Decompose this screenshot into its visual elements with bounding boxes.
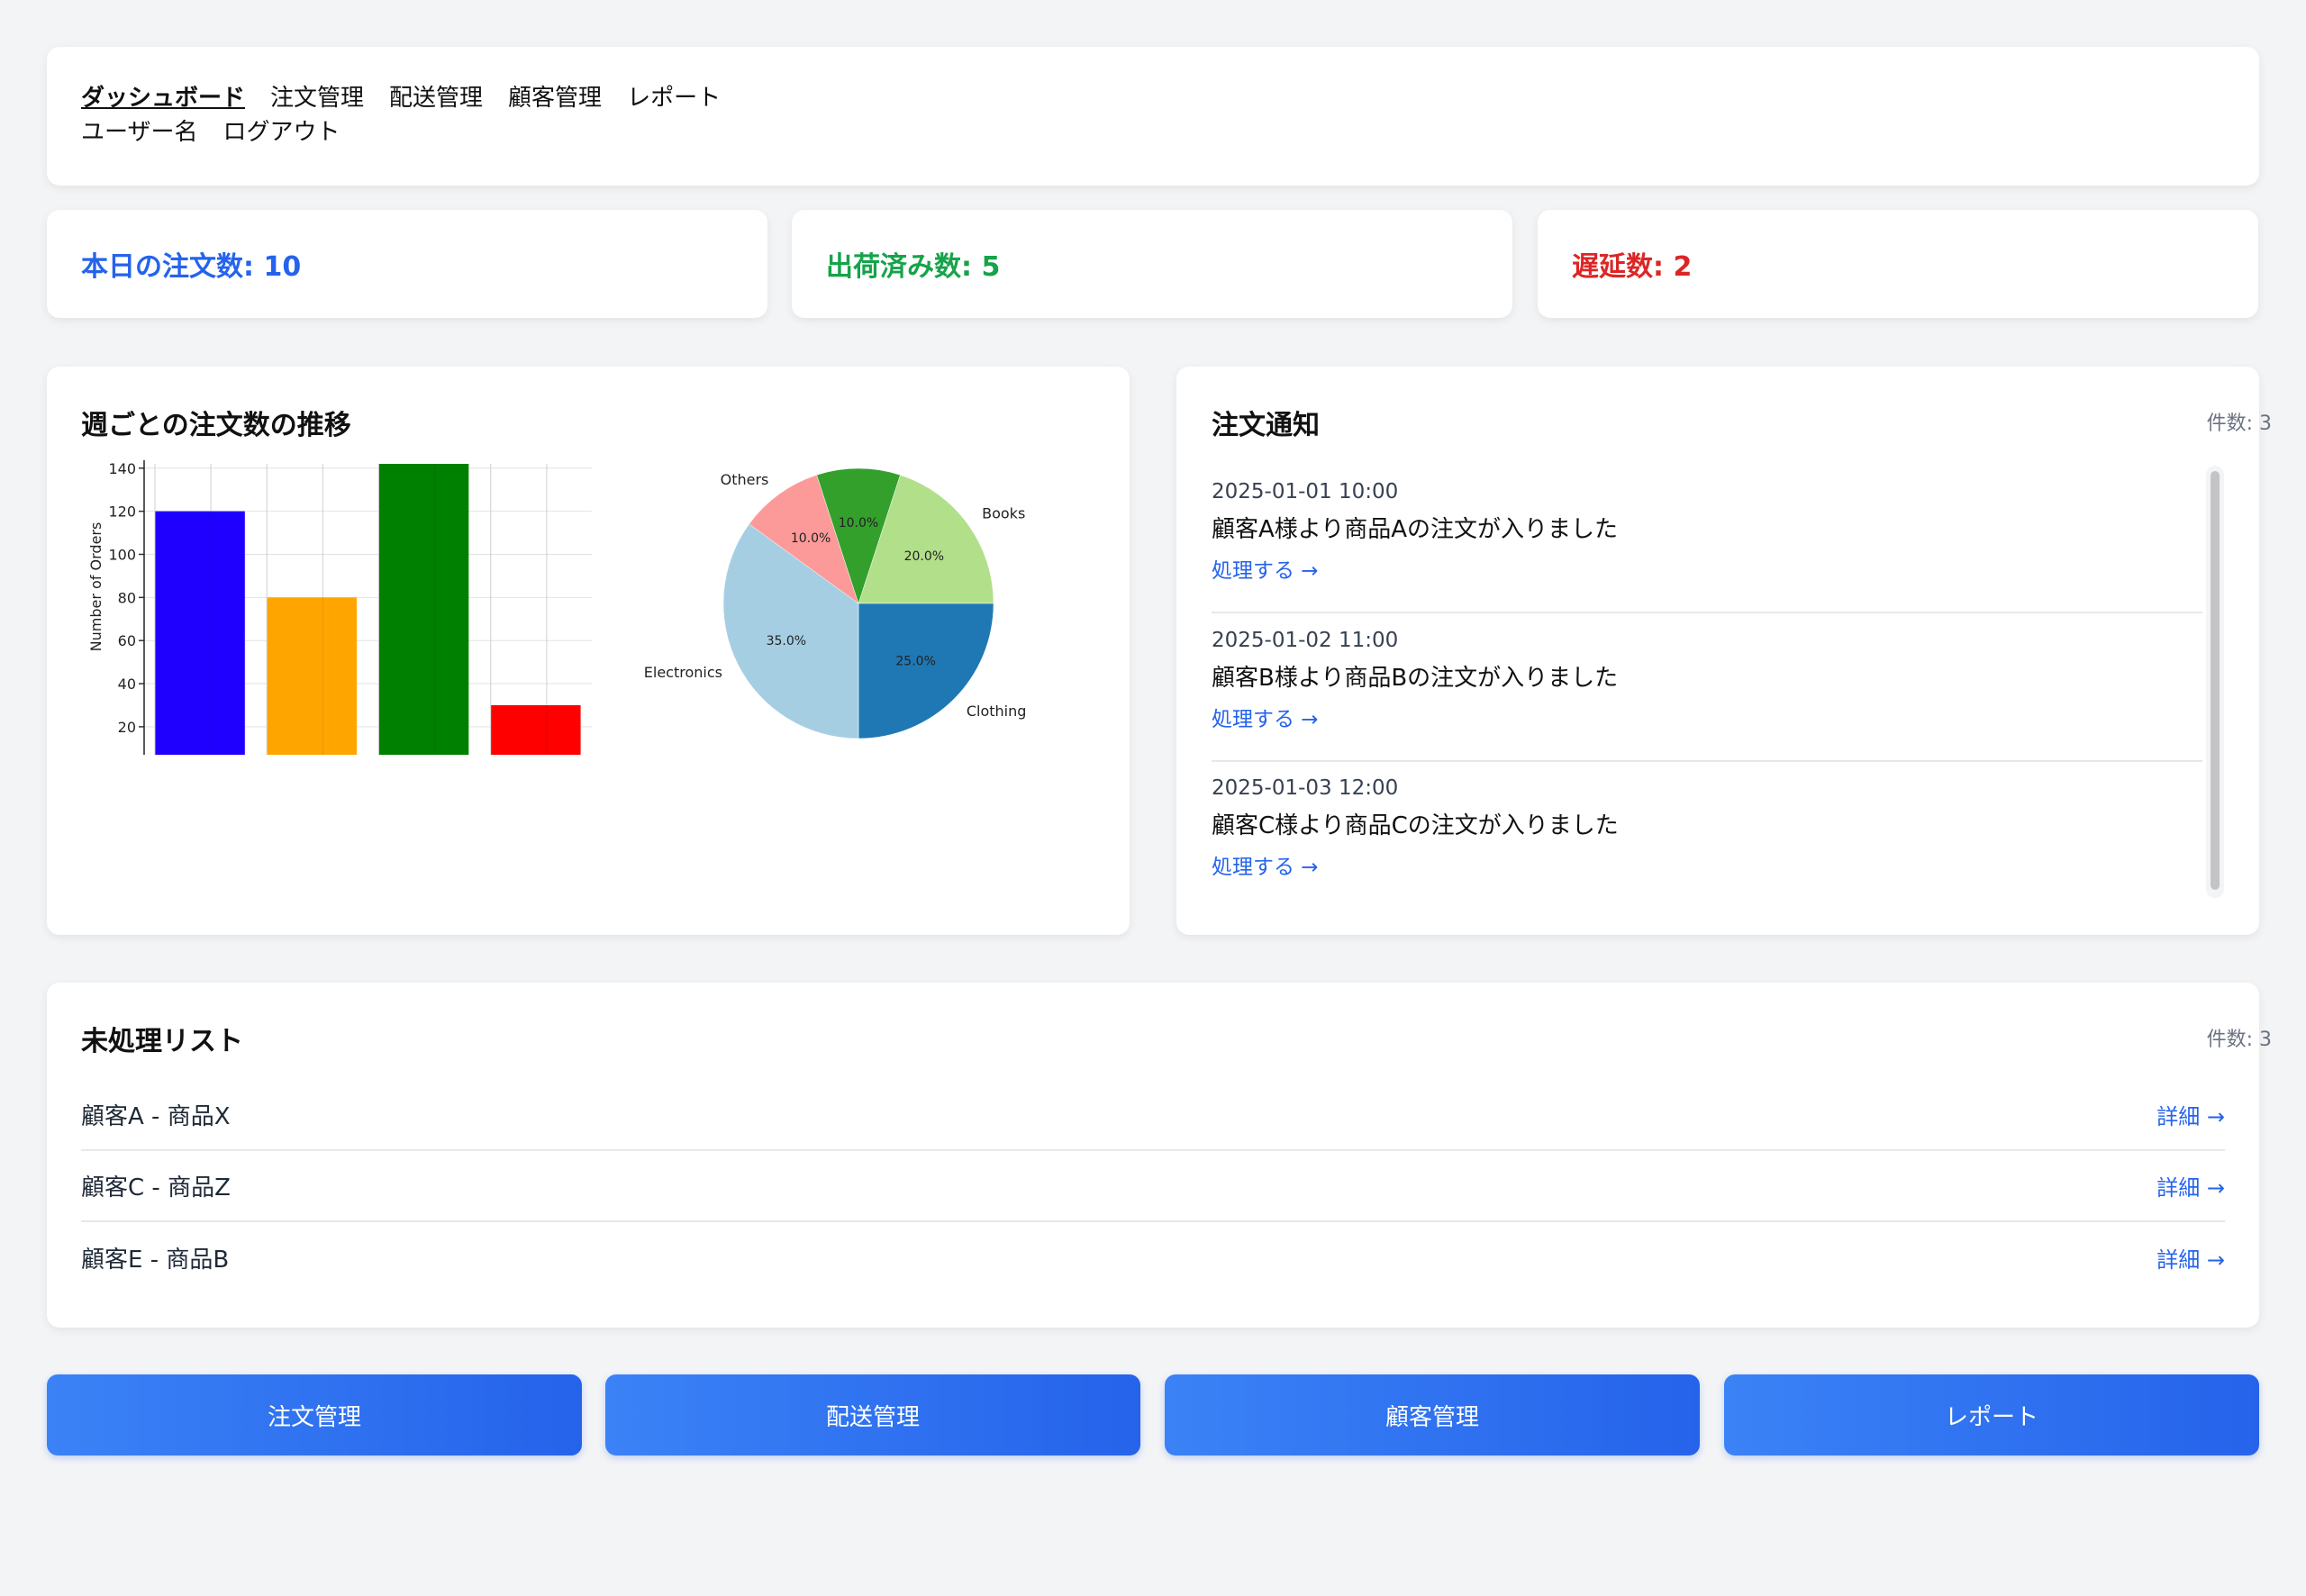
pending-text: 顧客E - 商品B	[81, 1247, 230, 1274]
pending-text: 顧客A - 商品X	[81, 1103, 231, 1130]
pending-row: 顧客A - 商品X 詳細 →	[81, 1080, 2225, 1151]
y-tick-label: 80	[118, 589, 136, 606]
nav-shipping[interactable]: 配送管理	[389, 81, 483, 115]
notifications-scrollbar[interactable]	[2206, 466, 2224, 898]
y-tick-label: 60	[118, 632, 136, 649]
detail-link[interactable]: 詳細 →	[2156, 1170, 2225, 1202]
nav-dashboard[interactable]: ダッシュボード	[81, 81, 245, 115]
notification-text: 顧客A様より商品Aの注文が入りました	[1212, 516, 1619, 543]
notification-item: 2025-01-03 12:00 顧客C様より商品Cの注文が入りました 処理する…	[1212, 776, 2202, 902]
notification-time: 2025-01-02 11:00	[1212, 629, 1399, 652]
pie-category-label: Others	[721, 471, 769, 488]
pie-percent-label: 10.0%	[839, 516, 878, 530]
bar	[155, 511, 245, 755]
stat-card-orders-today: 本日の注文数: 10	[47, 210, 767, 318]
y-tick-label: 40	[118, 676, 136, 693]
pie-category-label: Electronics	[644, 664, 722, 681]
pending-text: 顧客C - 商品Z	[81, 1174, 231, 1202]
y-tick-label: 120	[108, 503, 136, 521]
process-link[interactable]: 処理する →	[1212, 553, 2202, 584]
pie-category-label: Clothing	[967, 703, 1027, 720]
pending-row: 顧客C - 商品Z 詳細 →	[81, 1151, 2225, 1222]
notifications-title: 注文通知	[1212, 410, 1320, 441]
pie-percent-label: 35.0%	[767, 634, 806, 648]
pie-chart: 20.0% Books 25.0% Clothing 35.0% Electronics 1…	[644, 467, 1027, 739]
stat-shipped: 出荷済み数: 5	[826, 251, 1001, 283]
pending-title: 未処理リスト	[81, 1026, 243, 1057]
orders-button[interactable]: 注文管理	[47, 1374, 582, 1455]
nav-orders[interactable]: 注文管理	[270, 81, 364, 115]
stat-delayed: 遅延数: 2	[1572, 251, 1693, 283]
detail-link[interactable]: 詳細 →	[2156, 1099, 2225, 1130]
notification-time: 2025-01-01 10:00	[1212, 480, 1399, 503]
y-tick-label: 140	[108, 460, 136, 477]
chart-panel-title: 週ごとの注文数の推移	[81, 410, 351, 441]
top-nav: ダッシュボード 注文管理 配送管理 顧客管理 レポート ユーザー名 ログアウト	[47, 47, 2259, 186]
detail-link[interactable]: 詳細 →	[2156, 1242, 2225, 1274]
notification-item: 2025-01-02 11:00 顧客B様より商品Bの注文が入りました 処理する…	[1212, 629, 2202, 762]
stat-card-delayed: 遅延数: 2	[1538, 210, 2258, 318]
pie-category-label: Books	[982, 504, 1025, 521]
y-axis-label: Number of Orders	[87, 522, 104, 652]
notification-text: 顧客C様より商品Cの注文が入りました	[1212, 812, 1619, 839]
bar	[378, 464, 469, 755]
notification-item: 2025-01-01 10:00 顧客A様より商品Aの注文が入りました 処理する…	[1212, 480, 2202, 613]
y-tick-label: 100	[108, 546, 136, 563]
customers-button[interactable]: 顧客管理	[1165, 1374, 1700, 1455]
process-link[interactable]: 処理する →	[1212, 849, 2202, 880]
username: ユーザー名	[81, 119, 198, 146]
scrollbar-thumb[interactable]	[2211, 471, 2220, 890]
notifications-count: 件数: 3	[2206, 413, 2272, 435]
nav-menu: ダッシュボード 注文管理 配送管理 顧客管理 レポート	[81, 81, 2225, 115]
bar	[267, 597, 358, 755]
notification-time: 2025-01-03 12:00	[1212, 776, 1399, 800]
process-link[interactable]: 処理する →	[1212, 702, 2202, 732]
y-tick-label: 20	[118, 719, 136, 736]
shipping-button[interactable]: 配送管理	[605, 1374, 1140, 1455]
pending-row: 顧客E - 商品B 詳細 →	[81, 1222, 2225, 1293]
pie-percent-label: 20.0%	[904, 549, 944, 564]
nav-user-row: ユーザー名 ログアウト	[81, 115, 2225, 150]
pending-count: 件数: 3	[2206, 1029, 2272, 1051]
reports-button[interactable]: レポート	[1724, 1374, 2259, 1455]
nav-reports[interactable]: レポート	[627, 81, 721, 115]
notification-text: 顧客B様より商品Bの注文が入りました	[1212, 665, 1619, 692]
stat-orders-today: 本日の注文数: 10	[81, 251, 302, 283]
pie-percent-label: 10.0%	[791, 531, 831, 546]
bar	[491, 704, 581, 755]
logout-link[interactable]: ログアウト	[222, 115, 340, 150]
stat-card-shipped: 出荷済み数: 5	[792, 210, 1512, 318]
bar-chart: 20 40 60 80 100 120 140 Number of Orders	[87, 460, 592, 755]
pie-percent-label: 25.0%	[895, 655, 935, 669]
nav-customers[interactable]: 顧客管理	[508, 81, 602, 115]
